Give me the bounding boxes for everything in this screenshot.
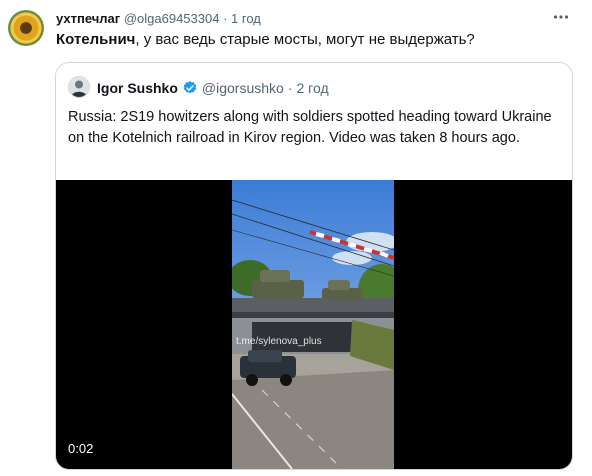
user-avatar[interactable] [8,10,44,46]
quoted-tweet-time[interactable]: 2 год [297,79,329,97]
tweet-text-rest: , у вас ведь старые мосты, могут не выде… [135,31,475,48]
tweet-text: Котельнич, у вас ведь старые мосты, могу… [56,30,475,50]
header-separator: · [223,11,228,26]
quoted-separator: · [287,80,293,96]
video-frame[interactable]: t.me/sylenova_plus [232,180,394,469]
quoted-author-avatar[interactable] [68,76,90,98]
author-handle[interactable]: @olga69453304 [124,11,220,26]
video-duration: 0:02 [68,441,94,456]
video-watermark: t.me/sylenova_plus [236,336,322,347]
verified-badge-icon [182,80,198,96]
quoted-author-handle[interactable]: @igorsushko [202,79,284,97]
quoted-tweet-text: Russia: 2S19 howitzers along with soldie… [68,109,552,146]
tweet-header: ухтпечлаг @olga69453304 · 1 год [56,10,261,27]
quoted-tweet[interactable]: Igor Sushko @igorsushko · 2 год Russia: … [55,62,573,470]
tweet-time[interactable]: 1 год [231,11,261,26]
more-horizontal-icon[interactable] [551,8,571,28]
author-name[interactable]: ухтпечлаг [56,11,120,26]
tweet-text-bold[interactable]: Котельнич [56,31,135,48]
tweet[interactable]: ухтпечлаг @olga69453304 · 1 год Котельни… [0,0,592,476]
video-player[interactable]: t.me/sylenova_plus 0:02 [56,180,572,469]
quoted-author-name[interactable]: Igor Sushko [97,79,178,97]
quoted-tweet-header: Igor Sushko @igorsushko · 2 год [97,79,329,97]
